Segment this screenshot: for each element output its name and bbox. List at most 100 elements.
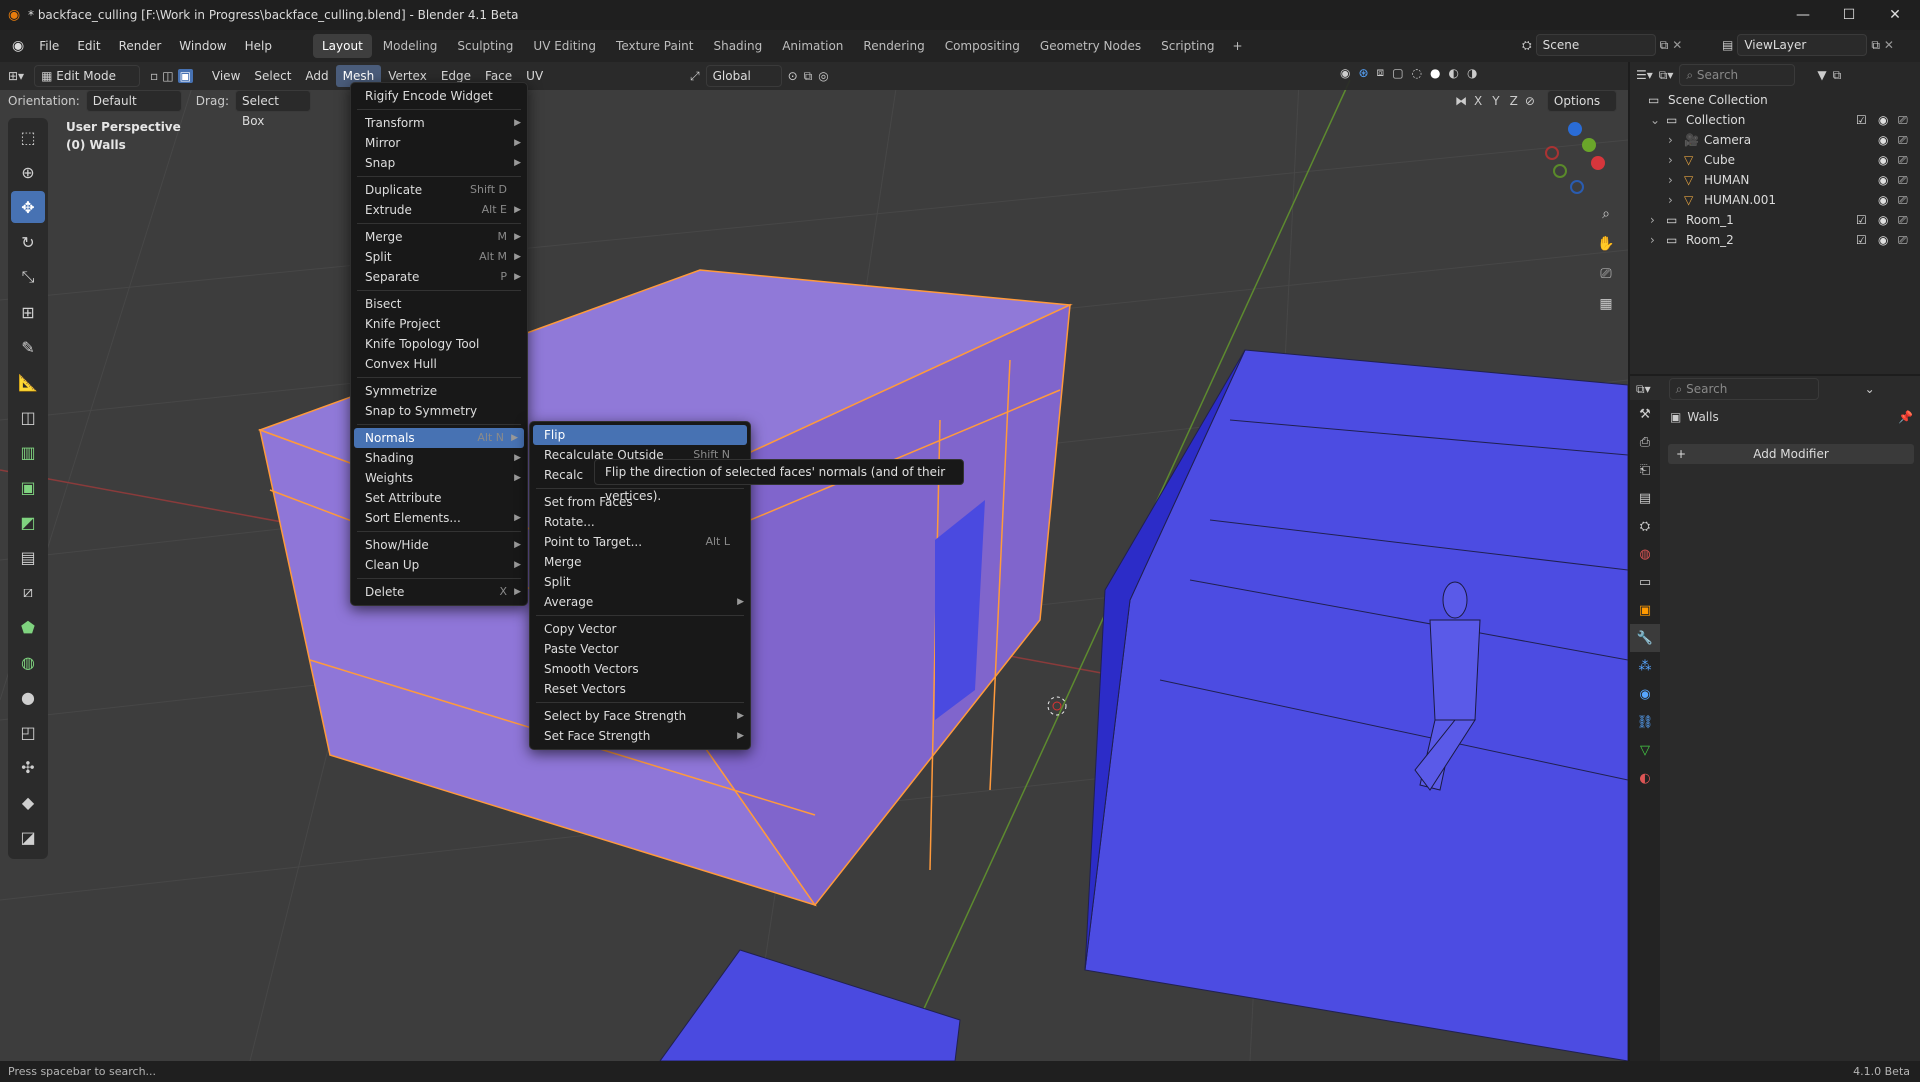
mesh-menu-item-separate[interactable]: Separate P ▶ xyxy=(351,267,527,287)
x-axis-gizmo-icon[interactable] xyxy=(1591,156,1605,170)
render-camera-icon[interactable]: ⎚ xyxy=(1898,230,1908,250)
visibility-eye-icon[interactable]: ◉ xyxy=(1878,130,1888,150)
modifier-tab-icon[interactable]: 🔧 xyxy=(1630,624,1660,652)
mesh-menu-item-snap[interactable]: Snap ▶ xyxy=(351,153,527,173)
scene-icon[interactable]: ⛭ xyxy=(1522,38,1532,53)
transform-tool-icon[interactable]: ⊞ xyxy=(11,296,45,328)
mesh-menu-item-show-hide[interactable]: Show/Hide ▶ xyxy=(351,535,527,555)
display-mode-icon[interactable]: ⧉▾ xyxy=(1659,68,1674,83)
blender-menu-icon[interactable]: ◉ xyxy=(12,38,24,54)
axis-z-toggle[interactable]: Z xyxy=(1507,94,1521,108)
collection-tab-icon[interactable]: ▭ xyxy=(1630,568,1660,596)
gizmo-toggle-icon[interactable]: ⊛ xyxy=(1358,66,1368,80)
mesh-menu-item-sort-elements[interactable]: Sort Elements... ▶ xyxy=(351,508,527,528)
orientation-default-selector[interactable]: Default xyxy=(85,90,182,112)
pin-icon[interactable]: 📌 xyxy=(1898,410,1913,424)
scene-tab-icon[interactable]: ⛭ xyxy=(1630,512,1660,540)
outliner-row-human[interactable]: › ▽ HUMAN ◉ ⎚ xyxy=(1630,170,1920,190)
mesh-menu-item-weights[interactable]: Weights ▶ xyxy=(351,468,527,488)
visibility-eye-icon[interactable]: ◉ xyxy=(1878,210,1888,230)
neg-z-gizmo-icon[interactable] xyxy=(1570,180,1584,194)
normals-menu-item-set-face-strength[interactable]: Set Face Strength ▶ xyxy=(530,726,750,746)
close-button[interactable]: ✕ xyxy=(1872,0,1918,30)
wireframe-shading-icon[interactable]: ◌ xyxy=(1412,66,1422,80)
mesh-menu-item-bisect[interactable]: Bisect xyxy=(351,294,527,314)
material-tab-icon[interactable]: ◐ xyxy=(1630,764,1660,792)
properties-search-input[interactable]: ⌕ Search xyxy=(1668,378,1819,400)
normals-menu-item-select-by-face-strength[interactable]: Select by Face Strength ▶ xyxy=(530,706,750,726)
tab-uv-editing[interactable]: UV Editing xyxy=(524,34,605,58)
outliner-row-room-1[interactable]: › ▭ Room_1 ◉ ⎚ ☑ xyxy=(1630,210,1920,230)
move-tool-icon[interactable]: ✥ xyxy=(11,191,45,223)
normals-menu-item-copy-vector[interactable]: Copy Vector xyxy=(530,619,750,639)
drag-selector[interactable]: Select Box xyxy=(234,90,311,128)
minimize-button[interactable]: — xyxy=(1780,0,1826,30)
menu-render[interactable]: Render xyxy=(110,34,171,58)
scale-tool-icon[interactable]: ⤡ xyxy=(11,261,45,293)
add-modifier-button[interactable]: + Add Modifier xyxy=(1668,444,1914,464)
delete-view-layer-icon[interactable]: ✕ xyxy=(1884,38,1894,52)
xray-icon[interactable]: ▢ xyxy=(1392,66,1403,80)
exclude-checkbox[interactable]: ☑ xyxy=(1856,110,1867,130)
tab-layout[interactable]: Layout xyxy=(312,34,372,58)
normals-menu-item-split[interactable]: Split xyxy=(530,572,750,592)
cursor-tool-icon[interactable]: ⊕ xyxy=(11,156,45,188)
rip-tool-icon[interactable]: ◪ xyxy=(11,821,45,853)
mesh-menu-item-normals[interactable]: Normals Alt N ▶ xyxy=(354,428,524,448)
camera-view-icon[interactable]: ⎚ xyxy=(1592,260,1620,288)
expand-chevron-icon[interactable]: › xyxy=(1650,230,1655,250)
menu-edit[interactable]: Edit xyxy=(68,34,109,58)
filter-icon[interactable]: ▼ xyxy=(1817,68,1826,82)
navigation-gizmo[interactable] xyxy=(1535,118,1615,198)
collapse-icon[interactable]: ⌄ xyxy=(1865,382,1875,396)
new-collection-icon[interactable]: ⧉ xyxy=(1833,68,1842,83)
menu-window[interactable]: Window xyxy=(170,34,235,58)
delete-scene-icon[interactable]: ✕ xyxy=(1672,38,1682,52)
viewport-menu-view[interactable]: View xyxy=(205,65,247,87)
exclude-checkbox[interactable]: ☑ xyxy=(1856,230,1867,250)
expand-chevron-icon[interactable]: › xyxy=(1650,210,1655,230)
visibility-eye-icon[interactable]: ◉ xyxy=(1878,110,1888,130)
axis-x-toggle[interactable]: X xyxy=(1471,94,1485,108)
spin-tool-icon[interactable]: ◍ xyxy=(11,646,45,678)
tab-geometry-nodes[interactable]: Geometry Nodes xyxy=(1031,34,1150,58)
visibility-eye-icon[interactable]: ◉ xyxy=(1878,150,1888,170)
maximize-button[interactable]: ☐ xyxy=(1826,0,1872,30)
mesh-menu-item-mirror[interactable]: Mirror ▶ xyxy=(351,133,527,153)
mesh-menu-item-duplicate[interactable]: Duplicate Shift D xyxy=(351,180,527,200)
new-scene-icon[interactable]: ⧉ xyxy=(1660,38,1669,53)
options-dropdown[interactable]: Options xyxy=(1546,90,1617,112)
menu-help[interactable]: Help xyxy=(236,34,281,58)
normals-menu-item-reset-vectors[interactable]: Reset Vectors xyxy=(530,679,750,699)
edge-slide-tool-icon[interactable]: ◰ xyxy=(11,716,45,748)
outliner-row-cube[interactable]: › ▽ Cube ◉ ⎚ xyxy=(1630,150,1920,170)
bevel-tool-icon[interactable]: ◩ xyxy=(11,506,45,538)
mesh-menu-item-transform[interactable]: Transform ▶ xyxy=(351,113,527,133)
neg-x-gizmo-icon[interactable] xyxy=(1545,146,1559,160)
mesh-menu-item-knife-topology-tool[interactable]: Knife Topology Tool xyxy=(351,334,527,354)
mesh-menu-item-delete[interactable]: Delete X ▶ xyxy=(351,582,527,602)
expand-chevron-icon[interactable]: › xyxy=(1668,170,1673,190)
visibility-eye-icon[interactable]: ◉ xyxy=(1878,190,1888,210)
mesh-menu-item-shading[interactable]: Shading ▶ xyxy=(351,448,527,468)
render-camera-icon[interactable]: ⎚ xyxy=(1898,150,1908,170)
3d-viewport[interactable] xyxy=(0,62,1628,1061)
measure-tool-icon[interactable]: 📐 xyxy=(11,366,45,398)
mesh-menu-item-clean-up[interactable]: Clean Up ▶ xyxy=(351,555,527,575)
viewport-menu-select[interactable]: Select xyxy=(247,65,298,87)
normals-menu-item-paste-vector[interactable]: Paste Vector xyxy=(530,639,750,659)
select-box-tool-icon[interactable]: ⬚ xyxy=(11,121,45,153)
menu-file[interactable]: File xyxy=(30,34,68,58)
normals-menu-item-rotate[interactable]: Rotate... xyxy=(530,512,750,532)
render-camera-icon[interactable]: ⎚ xyxy=(1898,210,1908,230)
tab-animation[interactable]: Animation xyxy=(773,34,852,58)
pan-hand-icon[interactable]: ✋ xyxy=(1592,230,1620,258)
rotate-tool-icon[interactable]: ↻ xyxy=(11,226,45,258)
vertex-select-icon[interactable]: ▫ xyxy=(150,69,158,83)
overlays-icon[interactable]: ⧈ xyxy=(1377,65,1385,80)
render-camera-icon[interactable]: ⎚ xyxy=(1898,170,1908,190)
mode-selector[interactable]: ▦ Edit Mode xyxy=(34,65,141,87)
mirror-icon[interactable]: ⧓ xyxy=(1455,94,1467,108)
mesh-menu-item-snap-to-symmetry[interactable]: Snap to Symmetry xyxy=(351,401,527,421)
world-tab-icon[interactable]: ◍ xyxy=(1630,540,1660,568)
